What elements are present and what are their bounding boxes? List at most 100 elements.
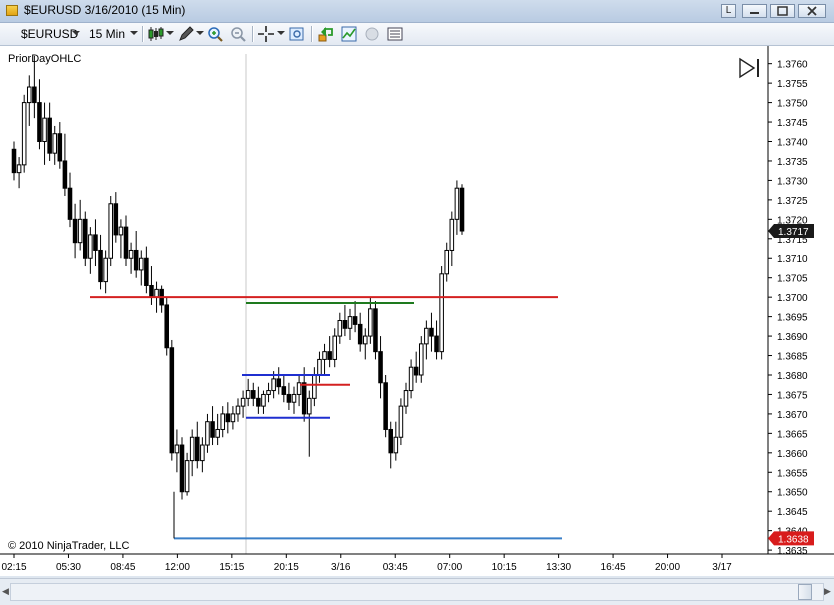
y-tick-label: 1.3650 bbox=[777, 488, 808, 499]
candle-body bbox=[362, 335, 368, 345]
data-box-icon[interactable] bbox=[387, 26, 403, 42]
candle-body bbox=[240, 397, 246, 407]
properties-icon[interactable] bbox=[289, 26, 305, 42]
close-button[interactable] bbox=[798, 4, 826, 18]
x-tick-label: 07:00 bbox=[437, 562, 462, 573]
app-icon bbox=[6, 5, 18, 16]
y-tick-label: 1.3700 bbox=[777, 293, 808, 304]
instrument-selector[interactable]: $EURUSD bbox=[21, 25, 78, 43]
candlestick-style-icon[interactable] bbox=[148, 26, 164, 42]
candle-body bbox=[424, 327, 429, 345]
x-tick-label: 13:30 bbox=[546, 562, 571, 573]
y-tick-label: 1.3735 bbox=[777, 157, 808, 168]
chevron-down-icon[interactable] bbox=[130, 29, 138, 37]
candle-body bbox=[128, 249, 134, 259]
candle bbox=[220, 406, 226, 438]
indicators-icon[interactable] bbox=[341, 26, 357, 42]
candle bbox=[256, 386, 261, 414]
candle-body bbox=[454, 187, 460, 220]
candle-body bbox=[194, 436, 200, 462]
interval-selector[interactable]: 15 Min bbox=[89, 25, 125, 43]
candle-body bbox=[403, 390, 409, 407]
x-tick-label: 15:15 bbox=[219, 562, 244, 573]
chevron-down-icon[interactable] bbox=[166, 29, 174, 37]
candle-body bbox=[225, 413, 231, 423]
candle-body bbox=[429, 327, 434, 337]
candle-body bbox=[373, 308, 378, 353]
candle bbox=[128, 242, 134, 274]
candle bbox=[434, 320, 439, 360]
x-tick-label: 12:00 bbox=[165, 562, 190, 573]
minimize-button[interactable] bbox=[742, 4, 767, 18]
x-tick-label: 16:45 bbox=[601, 562, 626, 573]
candle-body bbox=[108, 203, 114, 259]
price-chart[interactable]: 1.3760 1.3755 1.3750 1.3745 1.3740 1.3735 1.37… bbox=[0, 46, 834, 576]
candle-body bbox=[118, 226, 124, 236]
candle-body bbox=[103, 257, 108, 283]
candle-body bbox=[16, 164, 22, 174]
candle bbox=[276, 367, 282, 395]
candle bbox=[327, 336, 332, 368]
candle-body bbox=[286, 393, 292, 403]
candle bbox=[240, 390, 246, 418]
candle bbox=[312, 367, 317, 407]
zoom-in-icon[interactable] bbox=[207, 26, 223, 42]
pencil-icon[interactable] bbox=[178, 26, 194, 42]
candle bbox=[291, 386, 297, 414]
chart-panel[interactable]: 1.3760 1.3755 1.3750 1.3745 1.3740 1.3735 1.37… bbox=[0, 46, 834, 576]
current-price-badge-text: 1.3717 bbox=[778, 227, 809, 238]
candle-body bbox=[189, 436, 195, 462]
scrollbar-track[interactable] bbox=[10, 583, 824, 601]
candle bbox=[362, 328, 368, 360]
candle bbox=[37, 79, 42, 150]
zoom-out-icon[interactable] bbox=[230, 26, 246, 42]
candle-body bbox=[113, 203, 119, 236]
candle bbox=[403, 382, 409, 414]
chevron-down-icon[interactable] bbox=[196, 29, 204, 37]
candle-body bbox=[77, 218, 83, 244]
candle-body bbox=[250, 390, 256, 399]
x-tick-label: 3/16 bbox=[331, 562, 351, 573]
candle bbox=[454, 180, 460, 235]
link-button[interactable]: L bbox=[721, 4, 736, 18]
crosshair-icon[interactable] bbox=[258, 26, 274, 42]
candle bbox=[332, 328, 338, 368]
y-tick-label: 1.3745 bbox=[777, 118, 808, 129]
scroll-right-icon[interactable]: ▶ bbox=[824, 586, 831, 597]
candle bbox=[205, 413, 210, 453]
candle-body bbox=[42, 117, 47, 143]
chevron-down-icon[interactable] bbox=[277, 29, 285, 37]
candle-body bbox=[378, 351, 383, 384]
candle-body bbox=[88, 234, 93, 259]
horizontal-scrollbar[interactable]: ◀ ▶ bbox=[0, 578, 834, 605]
candle-body bbox=[439, 273, 444, 353]
scrollbar-thumb[interactable] bbox=[798, 584, 812, 600]
data-series-icon[interactable] bbox=[364, 26, 380, 42]
candle bbox=[133, 231, 139, 278]
candle-body bbox=[144, 257, 149, 286]
candle bbox=[108, 195, 114, 267]
candle-body bbox=[184, 460, 190, 493]
y-tick-label: 1.3740 bbox=[777, 138, 808, 149]
chevron-down-icon[interactable] bbox=[72, 29, 80, 37]
candle-body bbox=[337, 320, 343, 337]
candle-body bbox=[301, 382, 307, 415]
candle-body bbox=[357, 323, 363, 345]
candle bbox=[424, 320, 429, 360]
candle-body bbox=[312, 374, 317, 399]
candle-body bbox=[67, 187, 73, 220]
candle bbox=[347, 308, 353, 340]
strategy-icon[interactable] bbox=[318, 26, 334, 42]
candle-body bbox=[52, 133, 58, 154]
candle-body bbox=[215, 428, 220, 438]
candle bbox=[306, 390, 312, 457]
scroll-left-icon[interactable]: ◀ bbox=[2, 586, 9, 597]
y-tick-label: 1.3670 bbox=[777, 410, 808, 421]
candle bbox=[286, 382, 292, 411]
low-price-badge: 1.3638 bbox=[768, 531, 814, 546]
minimize-icon bbox=[750, 12, 759, 14]
candle bbox=[357, 312, 363, 352]
maximize-button[interactable] bbox=[770, 4, 795, 18]
scroll-to-end-icon[interactable] bbox=[738, 57, 762, 79]
copyright-text: © 2010 NinjaTrader, LLC bbox=[8, 540, 130, 552]
